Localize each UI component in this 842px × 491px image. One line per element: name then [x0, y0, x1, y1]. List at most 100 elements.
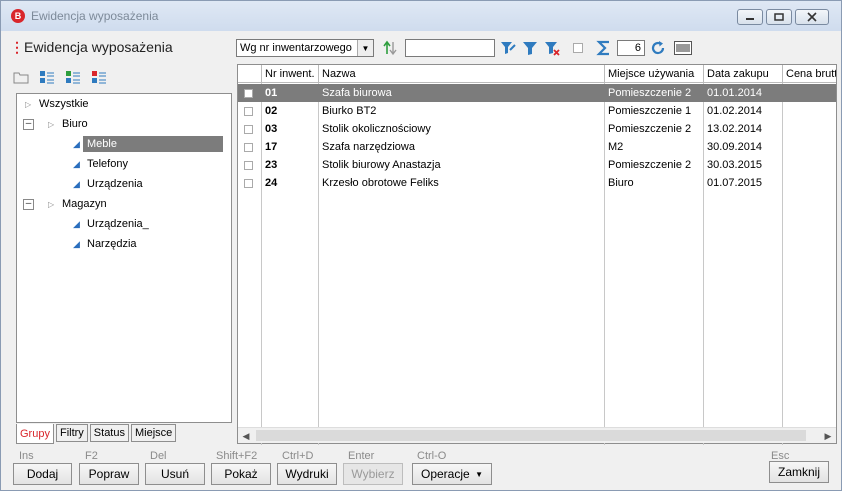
- sort-direction-icon[interactable]: [381, 39, 399, 57]
- add-group-icon[interactable]: [65, 70, 81, 84]
- leaf-icon: ◢: [73, 138, 80, 149]
- tree-node-label: Urządzenia: [87, 178, 143, 190]
- tree-node-biuro[interactable]: – ▷ Biuro: [23, 114, 92, 134]
- edit-button[interactable]: Popraw: [79, 463, 139, 485]
- row-checkbox[interactable]: [244, 161, 253, 170]
- tree-node-label: Wszystkie: [39, 98, 89, 110]
- cell-data: 01.07.2015: [707, 177, 763, 189]
- tree-node-meble[interactable]: ◢ Meble: [73, 134, 223, 154]
- folder-icon[interactable]: [13, 70, 29, 84]
- operations-button[interactable]: Operacje ▼: [412, 463, 492, 485]
- tree-node-label: Meble: [83, 136, 223, 152]
- expand-arrow-icon[interactable]: ▷: [25, 100, 35, 109]
- select-button[interactable]: Wybierz: [343, 463, 403, 485]
- cell-miejsce: Biuro: [608, 177, 634, 189]
- tree-node-wszystkie[interactable]: ▷ Wszystkie: [25, 94, 93, 114]
- chevron-down-icon[interactable]: ▼: [357, 40, 373, 56]
- tree-node-label: Telefony: [87, 158, 128, 170]
- title-bar: B Ewidencja wyposażenia: [1, 1, 841, 31]
- collapse-icon[interactable]: –: [23, 198, 34, 210]
- cell-nr: 24: [265, 177, 278, 189]
- expand-arrow-icon[interactable]: ▷: [48, 120, 58, 129]
- sum-icon[interactable]: [595, 39, 613, 57]
- show-button[interactable]: Pokaż: [211, 463, 271, 485]
- table-row[interactable]: 02 Biurko BT2 Pomieszczenie 1 01.02.2014: [238, 102, 836, 120]
- scroll-left-icon[interactable]: ◀: [238, 428, 254, 444]
- scroll-right-icon[interactable]: ▶: [820, 428, 836, 444]
- table-row[interactable]: 24 Krzesło obrotowe Feliks Biuro 01.07.2…: [238, 174, 836, 192]
- barcode-icon[interactable]: [673, 39, 693, 57]
- column-header-nazwa[interactable]: Nazwa: [319, 65, 605, 83]
- cell-miejsce: Pomieszczenie 2: [608, 87, 692, 99]
- sort-order-select[interactable]: Wg nr inwentarzowego ▼: [236, 39, 374, 57]
- shortcut-dodaj: Ins: [19, 450, 34, 462]
- operations-label: Operacje: [421, 467, 470, 481]
- app-logo-icon: B: [11, 9, 25, 23]
- tree-node-narzedzia[interactable]: ◢ Narzędzia: [73, 234, 141, 254]
- cell-data: 30.09.2014: [707, 141, 763, 153]
- tree-node-label: Magazyn: [62, 198, 107, 210]
- cell-nr: 02: [265, 105, 278, 117]
- filter-edit-icon[interactable]: [499, 39, 517, 57]
- expand-arrow-icon[interactable]: ▷: [48, 200, 58, 209]
- column-header-nr[interactable]: Nr inwent.: [262, 65, 319, 83]
- tree-node-urzadzenia-magazyn[interactable]: ◢ Urządzenia_: [73, 214, 153, 234]
- cell-data: 13.02.2014: [707, 123, 763, 135]
- maximize-button[interactable]: [766, 9, 792, 25]
- menu-dots-icon[interactable]: ⋮: [10, 39, 24, 56]
- main-window: B Ewidencja wyposażenia ⋮ Ewidencja wypo…: [0, 0, 842, 491]
- checkbox-column-header: [238, 65, 262, 83]
- cell-nazwa: Szafa biurowa: [322, 87, 392, 99]
- table-row[interactable]: 17 Szafa narzędziowa M2 30.09.2014: [238, 138, 836, 156]
- row-checkbox[interactable]: [244, 143, 253, 152]
- close-window-button[interactable]: Zamknij: [769, 461, 829, 483]
- row-checkbox[interactable]: [244, 107, 253, 116]
- left-pane-tabs: Grupy Filtry Status Miejsce: [16, 424, 178, 444]
- scrollbar-thumb[interactable]: [256, 430, 806, 441]
- row-checkbox[interactable]: [244, 179, 253, 188]
- collapse-icon[interactable]: –: [23, 118, 34, 130]
- tree-node-telefony[interactable]: ◢ Telefony: [73, 154, 132, 174]
- row-checkbox[interactable]: [244, 125, 253, 134]
- print-button[interactable]: Wydruki: [277, 463, 337, 485]
- leaf-icon: ◢: [73, 218, 80, 229]
- shortcut-pokaz: Shift+F2: [216, 450, 258, 462]
- tab-filtry[interactable]: Filtry: [55, 424, 88, 442]
- cell-data: 01.02.2014: [707, 105, 763, 117]
- row-checkbox[interactable]: [244, 89, 253, 98]
- table-row[interactable]: 01 Szafa biurowa Pomieszczenie 2 01.01.2…: [238, 84, 836, 102]
- cell-miejsce: M2: [608, 141, 624, 153]
- tab-miejsce[interactable]: Miejsce: [130, 424, 177, 442]
- tree-node-magazyn[interactable]: – ▷ Magazyn: [23, 194, 111, 214]
- column-header-data[interactable]: Data zakupu: [704, 65, 783, 83]
- refresh-icon[interactable]: [649, 39, 667, 57]
- shortcut-operacje: Ctrl-O: [417, 450, 447, 462]
- column-header-miejsce[interactable]: Miejsce używania: [605, 65, 704, 83]
- shortcut-popraw: F2: [85, 450, 98, 462]
- shortcut-usun: Del: [150, 450, 167, 462]
- close-button[interactable]: [795, 9, 829, 25]
- sort-order-value: Wg nr inwentarzowego: [240, 42, 352, 54]
- cell-nr: 17: [265, 141, 278, 153]
- minimize-icon: [746, 18, 754, 20]
- add-button[interactable]: Dodaj: [13, 463, 72, 485]
- table-row[interactable]: 03 Stolik okolicznościowy Pomieszczenie …: [238, 120, 836, 138]
- table-row[interactable]: 23 Stolik biurowy Anastazja Pomieszczeni…: [238, 156, 836, 174]
- tab-grupy[interactable]: Grupy: [16, 424, 54, 444]
- filter-checkbox[interactable]: [572, 39, 584, 57]
- groups-tree: ▷ Wszystkie – ▷ Biuro ◢ Meble ◢ Telefony…: [16, 93, 232, 423]
- expand-tree-icon[interactable]: [39, 70, 55, 84]
- filter-clear-icon[interactable]: [543, 39, 561, 57]
- tab-status[interactable]: Status: [89, 424, 129, 442]
- search-input[interactable]: [405, 39, 495, 57]
- cell-nazwa: Biurko BT2: [322, 105, 377, 117]
- remove-group-icon[interactable]: [91, 70, 107, 84]
- filter-icon[interactable]: [521, 39, 539, 57]
- minimize-button[interactable]: [737, 9, 763, 25]
- record-count: 6: [617, 40, 645, 56]
- leaf-icon: ◢: [73, 238, 80, 249]
- delete-button[interactable]: Usuń: [145, 463, 205, 485]
- column-header-cena[interactable]: Cena brutto: [783, 65, 836, 83]
- tree-node-urzadzenia[interactable]: ◢ Urządzenia: [73, 174, 147, 194]
- horizontal-scrollbar[interactable]: ◀ ▶: [238, 427, 836, 443]
